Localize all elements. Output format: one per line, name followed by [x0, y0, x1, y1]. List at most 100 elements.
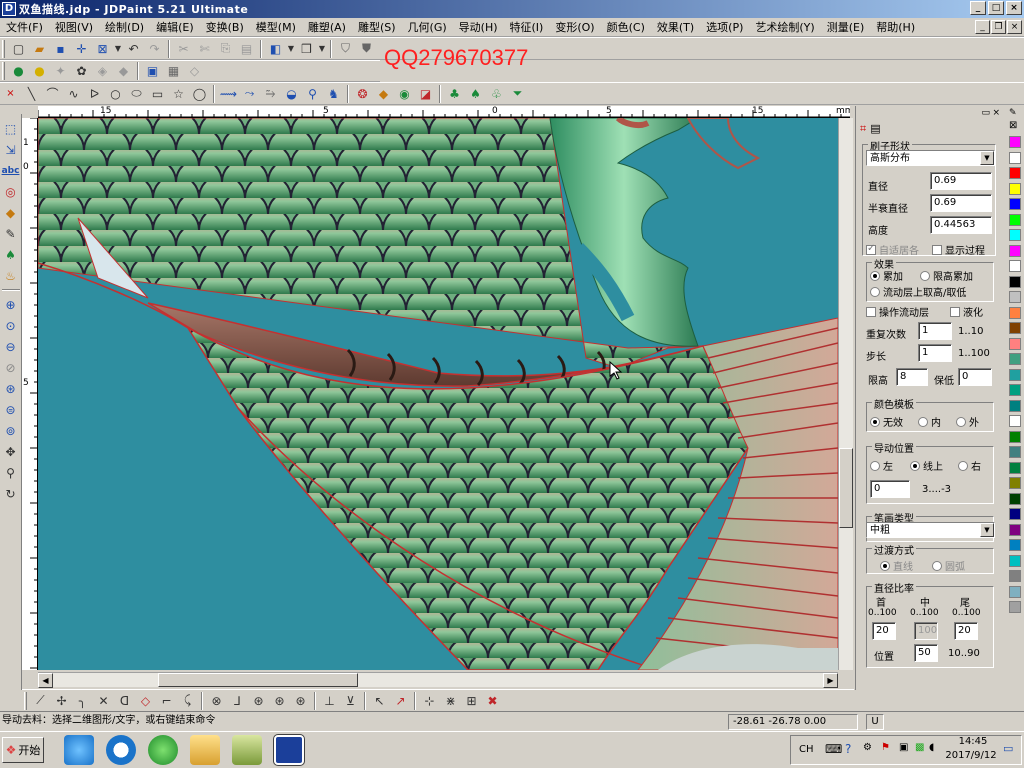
clock-date[interactable]: 2017/9/12 — [941, 750, 1001, 761]
menu-deform[interactable]: 变形(O) — [549, 19, 600, 35]
cube-icon[interactable]: ▣ — [142, 61, 163, 81]
brush-shape-select[interactable]: 高斯分布 ▼ — [866, 150, 995, 166]
color-swatch[interactable] — [1009, 539, 1021, 551]
relief-1-icon[interactable]: ♣ — [444, 84, 465, 104]
show-process-checkbox[interactable]: 显示过程 — [932, 242, 985, 257]
menu-file[interactable]: 文件(F) — [0, 19, 49, 35]
shape-icon[interactable]: ◈ — [92, 61, 113, 81]
sculpt-tool-3-icon[interactable]: ⥲ — [260, 84, 281, 104]
doc-minimize-button[interactable]: _ — [975, 20, 990, 34]
horizontal-scroll-thumb[interactable] — [158, 673, 358, 687]
new-file-icon[interactable]: ▢ — [8, 39, 29, 59]
color-swatch[interactable] — [1009, 492, 1021, 505]
menu-art-draw[interactable]: 艺术绘制(Y) — [749, 19, 820, 35]
color-swatch[interactable] — [1009, 477, 1021, 489]
menu-options[interactable]: 选项(P) — [700, 19, 749, 35]
pen-type-select[interactable]: 中粗 ▼ — [866, 522, 995, 538]
star-icon[interactable]: ☆ — [168, 84, 189, 104]
rectangle-icon[interactable]: ▭ — [147, 84, 168, 104]
eraser-icon[interactable]: ◪ — [415, 84, 436, 104]
language-indicator[interactable]: CH — [799, 744, 814, 755]
color-swatch[interactable] — [1009, 353, 1021, 365]
rotate-view-icon[interactable]: ↻ — [1, 483, 21, 504]
menu-edit[interactable]: 编辑(E) — [150, 19, 200, 35]
pan-icon[interactable]: ✥ — [1, 441, 21, 462]
diamond-icon[interactable]: ◆ — [373, 84, 394, 104]
position-input[interactable]: 50 — [914, 644, 938, 662]
clock-time[interactable]: 14:45 — [951, 736, 995, 747]
guide-left-radio[interactable]: 左 — [870, 458, 893, 473]
color-swatch[interactable] — [1009, 244, 1021, 257]
join-icon[interactable]: ᗡ — [114, 691, 135, 711]
ratio-head-input[interactable]: 20 — [872, 622, 896, 640]
redo-icon[interactable]: ↷ — [144, 39, 165, 59]
brain-icon[interactable]: ❂ — [352, 84, 373, 104]
browser-q-icon[interactable] — [106, 735, 136, 765]
color-swatch[interactable] — [1009, 554, 1021, 567]
close-button[interactable]: × — [1006, 1, 1022, 15]
color-swatch[interactable] — [1009, 523, 1021, 536]
text-abc-icon[interactable]: abc — [1, 160, 21, 181]
arc-icon[interactable]: ⌒ — [42, 84, 63, 104]
light-bulb-yellow-icon[interactable]: ● — [29, 61, 50, 81]
menu-view[interactable]: 视图(V) — [49, 19, 99, 35]
point-icon[interactable]: × — [0, 84, 21, 104]
fillet-icon[interactable]: ╮ — [72, 691, 93, 711]
sculpt-tool-4-icon[interactable]: ◒ — [281, 84, 302, 104]
light-bulb-green-icon[interactable]: ● — [8, 61, 29, 81]
menu-draw[interactable]: 绘制(D) — [99, 19, 150, 35]
maximize-button[interactable]: □ — [988, 1, 1004, 15]
effect-accumulate-radio[interactable]: 累加 — [870, 268, 903, 283]
line-icon[interactable]: ╲ — [21, 84, 42, 104]
shield-filled-icon[interactable]: ⛊ — [356, 39, 377, 59]
menu-measure[interactable]: 测量(E) — [821, 19, 871, 35]
doc-restore-button[interactable]: ❐ — [991, 20, 1006, 34]
color-swatch[interactable] — [1009, 585, 1021, 598]
minimize-button[interactable]: _ — [970, 1, 986, 15]
align-2-icon[interactable]: ⊻ — [340, 691, 361, 711]
height-input[interactable]: 0.44563 — [930, 216, 992, 234]
tray-flag-icon[interactable]: ⚑ — [881, 742, 890, 753]
color-fill-icon[interactable]: ◧ — [265, 39, 286, 59]
limit-height-input[interactable]: 8 — [896, 368, 928, 386]
scissors-icon[interactable]: ✄ — [194, 39, 215, 59]
paint-icon[interactable]: ◆ — [1, 202, 21, 223]
paste-icon[interactable]: ▤ — [236, 39, 257, 59]
tab-page-icon[interactable]: ▤ — [870, 122, 880, 136]
toolbar-grip[interactable] — [24, 691, 27, 710]
scroll-right-arrow-icon[interactable]: ▶ — [823, 673, 838, 688]
color-none-radio[interactable]: 无效 — [870, 414, 903, 429]
panel-pin-icon[interactable]: ▭ — [981, 108, 990, 118]
drawing-canvas[interactable] — [38, 118, 838, 670]
color-swatch[interactable] — [1009, 430, 1021, 443]
chamfer-icon[interactable]: ⌐ — [156, 691, 177, 711]
funnel-icon[interactable]: ⏷ — [507, 84, 528, 104]
color-swatch[interactable] — [1009, 291, 1021, 303]
zoom-circle-icon[interactable]: ◎ — [1, 181, 21, 202]
menu-transform[interactable]: 变换(B) — [200, 19, 250, 35]
corner-icon[interactable]: ⅃ — [227, 691, 248, 711]
zoom-window-icon[interactable]: ⊕ — [1, 294, 21, 315]
effect-limit-accumulate-radio[interactable]: 限高累加 — [920, 268, 973, 283]
network-icon[interactable]: ▣ — [899, 742, 908, 753]
palette-none-icon[interactable]: ⊠ — [1009, 120, 1017, 131]
help-icon[interactable]: ? — [845, 742, 851, 756]
color-swatch[interactable] — [1009, 229, 1021, 241]
menu-geometry[interactable]: 几何(G) — [402, 19, 453, 35]
copy-icon[interactable]: ⎘ — [215, 39, 236, 59]
menu-feature[interactable]: 特征(I) — [504, 19, 550, 35]
break-icon[interactable]: ✕ — [93, 691, 114, 711]
color-swatch[interactable] — [1009, 306, 1021, 319]
document-icon[interactable] — [232, 735, 262, 765]
relief-2-icon[interactable]: ♠ — [465, 84, 486, 104]
move-icon[interactable]: ↖ — [369, 691, 390, 711]
extend-icon[interactable]: ⟋ — [30, 691, 51, 711]
undo-icon[interactable]: ↶ — [123, 39, 144, 59]
dropdown-arrow-icon[interactable]: ▼ — [317, 39, 327, 59]
color-swatch[interactable] — [1009, 213, 1021, 226]
zoom-object-icon[interactable]: ⊚ — [1, 420, 21, 441]
zoom-out-icon[interactable]: ⊖ — [1, 336, 21, 357]
vertical-scrollbar[interactable] — [838, 118, 853, 670]
color-swatch[interactable] — [1009, 508, 1021, 520]
ball-icon[interactable]: ◉ — [394, 84, 415, 104]
